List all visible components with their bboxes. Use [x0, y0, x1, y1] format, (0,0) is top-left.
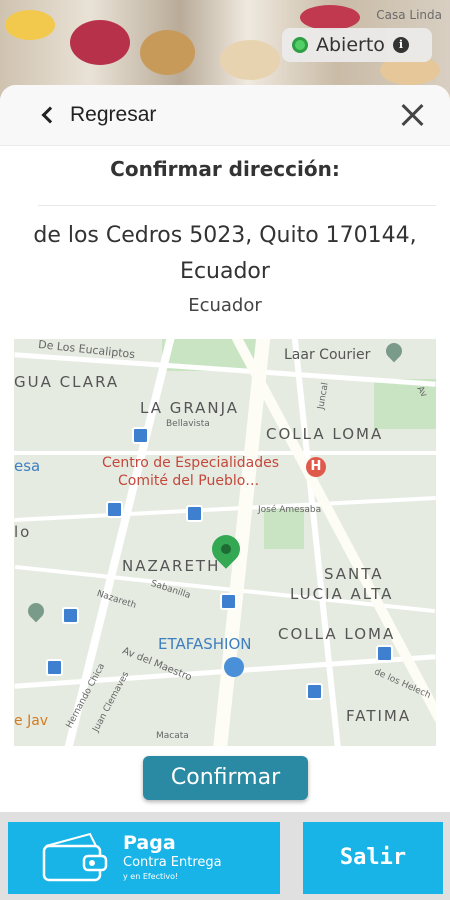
cake-decoration: [5, 10, 55, 40]
hospital-icon: H: [306, 457, 326, 477]
modal-header: Regresar: [0, 85, 450, 146]
shop-name: Casa Linda: [376, 8, 442, 22]
map-label: FATIMA: [346, 707, 412, 725]
map-label: SANTA: [324, 565, 384, 583]
map-label: COLLA LOMA: [266, 425, 384, 443]
status-text: Abierto: [316, 34, 385, 56]
map-park: [374, 379, 436, 429]
bus-stop-icon: [106, 501, 123, 518]
bus-stop-icon: [62, 607, 79, 624]
info-icon[interactable]: i: [392, 37, 409, 53]
map-park: [264, 509, 304, 549]
bus-stop-icon: [46, 659, 63, 676]
bus-stop-icon: [186, 505, 203, 522]
pay-subtitle-small: y en Efectivo!: [123, 872, 179, 881]
confirm-button[interactable]: Confirmar: [143, 756, 308, 800]
footer-bar: Paga Contra Entrega y en Efectivo! Salir: [0, 812, 450, 900]
map-label: e Jav: [14, 713, 49, 729]
map-label: LA GRANJA: [140, 399, 240, 417]
back-button[interactable]: Regresar: [40, 100, 156, 130]
cake-decoration: [70, 20, 130, 65]
address-country: Ecuador: [188, 295, 262, 316]
map-label: Macata: [156, 731, 189, 741]
map-label: LUCIA ALTA: [290, 585, 394, 603]
divider: [38, 205, 436, 206]
map[interactable]: De Los Eucaliptos Laar Courier GUA CLARA…: [14, 339, 436, 746]
map-label: COLLA LOMA: [278, 625, 396, 643]
map-pin-icon: [382, 339, 406, 363]
status-badge[interactable]: Abierto i: [282, 28, 432, 62]
close-icon[interactable]: [398, 100, 428, 130]
cake-decoration: [140, 30, 195, 75]
pay-title: Paga: [123, 832, 176, 854]
map-label: NAZARETH: [122, 557, 221, 575]
confirm-address-modal: Regresar Confirmar dirección: de los Ced…: [0, 85, 450, 812]
cake-decoration: [220, 40, 280, 80]
cake-decoration: [300, 5, 360, 30]
map-label: lo: [14, 523, 32, 541]
map-label: Comité del Pueblo…: [118, 473, 260, 489]
map-label: ETAFASHION: [158, 635, 252, 653]
map-label: Juncal: [316, 381, 331, 411]
back-label: Regresar: [70, 103, 157, 126]
shopping-icon: [224, 657, 244, 677]
map-label: Centro de Especialidades: [102, 455, 280, 471]
cash-on-delivery-banner[interactable]: Paga Contra Entrega y en Efectivo!: [8, 822, 280, 894]
modal-title: Confirmar dirección:: [110, 157, 340, 181]
address-text: de los Cedros 5023, Quito 170144, Ecuado…: [33, 223, 417, 284]
map-label: Laar Courier: [284, 347, 371, 363]
map-label: José Amesaba: [258, 505, 322, 515]
pay-subtitle: Contra Entrega: [123, 855, 222, 870]
church-icon: [24, 599, 48, 623]
bus-stop-icon: [220, 593, 237, 610]
map-label: GUA CLARA: [14, 373, 120, 391]
map-label: Bellavista: [166, 419, 210, 429]
chevron-left-icon: [41, 106, 59, 124]
status-dot-icon: [292, 37, 308, 53]
map-road: [14, 495, 436, 523]
map-label: esa: [14, 457, 41, 475]
exit-button[interactable]: Salir: [303, 822, 443, 894]
bus-stop-icon: [132, 427, 149, 444]
bus-stop-icon: [306, 683, 323, 700]
wallet-icon: [42, 832, 108, 882]
bus-stop-icon: [376, 645, 393, 662]
